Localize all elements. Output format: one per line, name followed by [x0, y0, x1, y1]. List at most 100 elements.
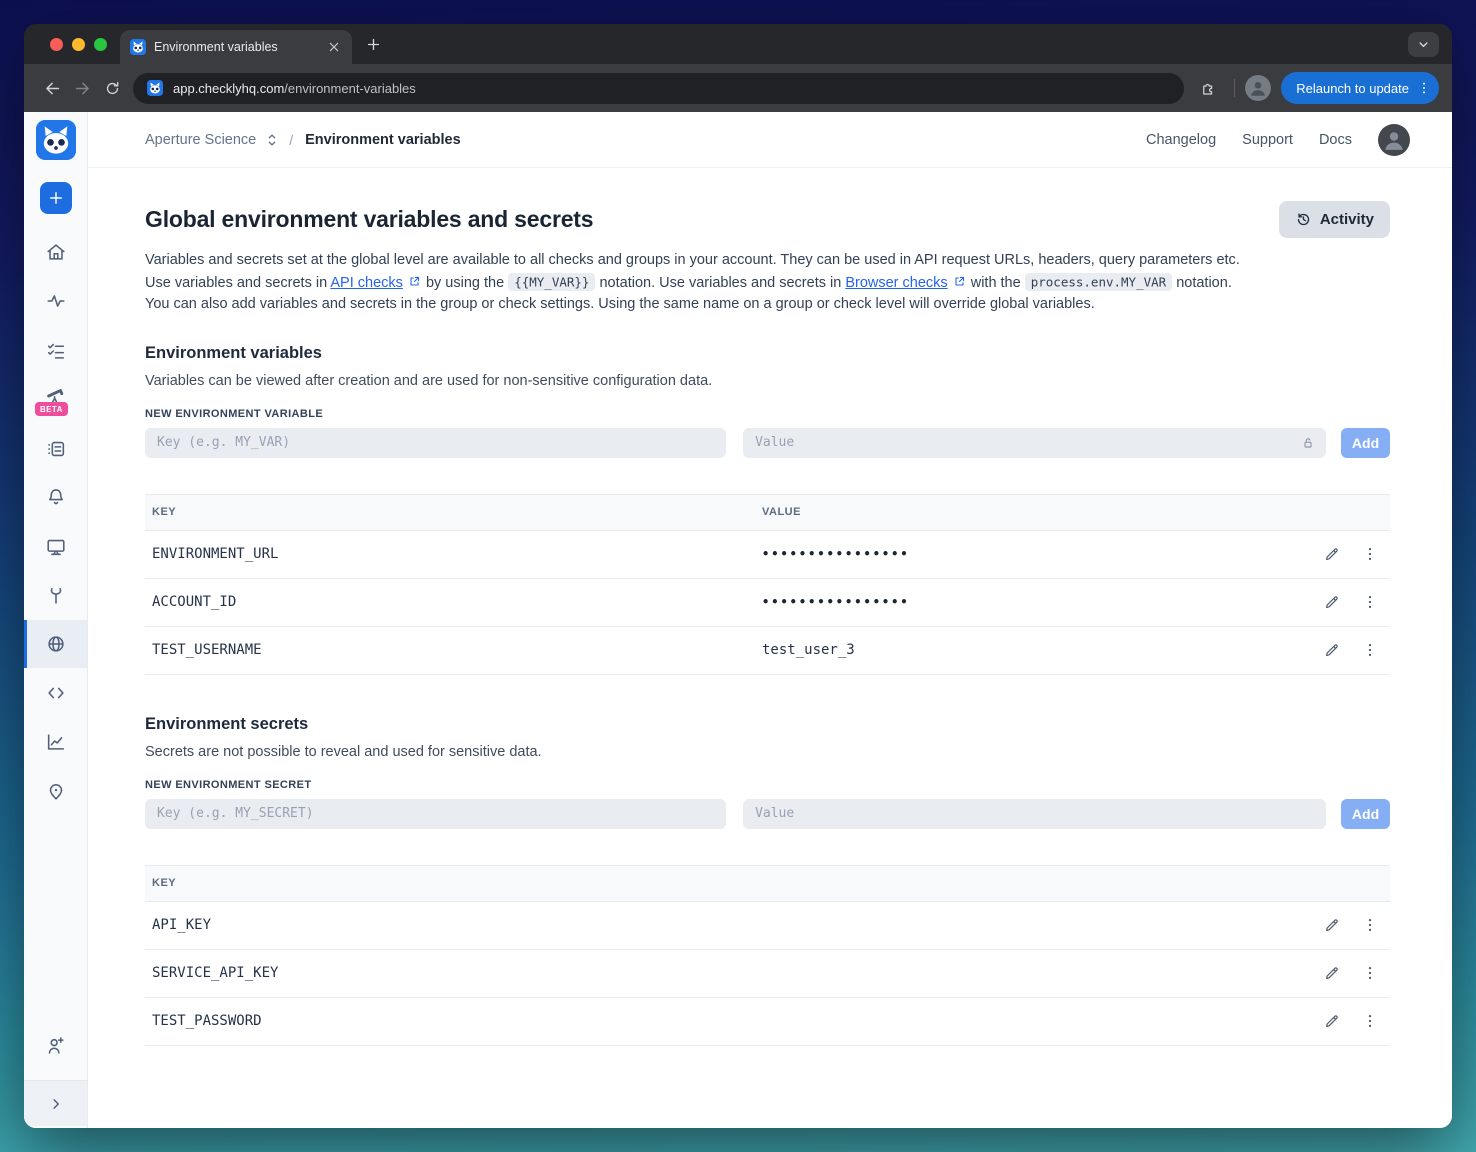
- secret-value-input[interactable]: [743, 798, 1327, 829]
- minimize-window-button[interactable]: [72, 38, 85, 51]
- checkly-logo[interactable]: [36, 120, 76, 160]
- reload-button[interactable]: [97, 73, 127, 103]
- kebab-menu-icon[interactable]: [1416, 80, 1432, 96]
- sidebar-item-private-locations[interactable]: [24, 767, 87, 815]
- secrets-section-description: Secrets are not possible to reveal and u…: [145, 743, 542, 760]
- location-pin-icon: [45, 780, 67, 802]
- header-links: Changelog Support Docs: [1146, 123, 1410, 156]
- sidebar-item-invite-user[interactable]: [24, 1022, 87, 1070]
- docs-link[interactable]: Docs: [1319, 132, 1352, 148]
- user-avatar[interactable]: [1378, 123, 1410, 156]
- edit-variable-button[interactable]: [1322, 640, 1342, 660]
- edit-variable-button[interactable]: [1322, 592, 1342, 612]
- code-icon: [45, 682, 67, 704]
- user-plus-icon: [45, 1035, 67, 1057]
- window-controls: [50, 38, 107, 51]
- activity-button[interactable]: Activity: [1278, 201, 1390, 238]
- row-menu-button[interactable]: [1360, 915, 1380, 935]
- relaunch-to-update-button[interactable]: Relaunch to update: [1281, 72, 1439, 104]
- account-switcher-updown-icon[interactable]: [263, 131, 281, 149]
- browser-checks-link[interactable]: Browser checks: [845, 275, 947, 291]
- kebab-menu-icon: [1361, 641, 1379, 659]
- variable-value-wrap: [743, 427, 1327, 458]
- sidebar-item-analytics[interactable]: [24, 718, 87, 766]
- zoom-window-button[interactable]: [94, 38, 107, 51]
- browser-tab[interactable]: Environment variables: [120, 30, 352, 64]
- person-icon: [1380, 126, 1408, 154]
- sidebar-item-runtimes[interactable]: [24, 425, 87, 473]
- forward-button[interactable]: [67, 73, 97, 103]
- sidebar-item-dashboards[interactable]: [24, 523, 87, 571]
- tab-title: Environment variables: [154, 40, 278, 54]
- secrets-table-header: KEY: [145, 865, 1390, 901]
- beta-badge: BETA: [35, 402, 68, 416]
- variable-value-input[interactable]: [743, 427, 1327, 458]
- url-text: app.checklyhq.com/environment-variables: [173, 81, 416, 96]
- activity-pulse-icon: [45, 290, 67, 312]
- secret-value-wrap: [743, 798, 1327, 829]
- row-menu-button[interactable]: [1360, 1011, 1380, 1031]
- extensions-button[interactable]: [1194, 73, 1224, 103]
- account-switcher[interactable]: Aperture Science: [145, 132, 256, 148]
- changelog-link[interactable]: Changelog: [1146, 132, 1216, 148]
- list-details-icon: [45, 438, 67, 460]
- row-menu-button[interactable]: [1360, 592, 1380, 612]
- bell-icon: [45, 486, 67, 508]
- url-domain: app.checklyhq.com: [173, 80, 285, 96]
- pencil-icon: [1323, 916, 1341, 934]
- address-bar[interactable]: app.checklyhq.com/environment-variables: [133, 72, 1185, 104]
- add-secret-button[interactable]: Add: [1341, 798, 1390, 829]
- secret-key-input[interactable]: [145, 798, 727, 829]
- intro-text: notation. Use variables and secrets in: [595, 274, 846, 291]
- row-menu-button[interactable]: [1360, 640, 1380, 660]
- monitor-icon: [45, 536, 67, 558]
- kebab-menu-icon: [1361, 964, 1379, 982]
- edit-secret-button[interactable]: [1322, 915, 1342, 935]
- home-icon: [45, 241, 67, 263]
- browser-profile-avatar[interactable]: [1245, 75, 1272, 101]
- forward-arrow-icon: [73, 79, 92, 98]
- tools-icon: [45, 585, 67, 607]
- intro-paragraph: Variables and secrets set at the global …: [145, 250, 1245, 316]
- browser-window: Environment variables app.checklyhq.com/…: [24, 24, 1452, 1128]
- sidebar-item-alerts[interactable]: [24, 473, 87, 521]
- chart-icon: [45, 731, 67, 753]
- lock-open-icon[interactable]: [1300, 435, 1316, 451]
- sidebar-expand-button[interactable]: [24, 1080, 87, 1126]
- key-column-header: KEY: [152, 877, 177, 889]
- variable-value: test_user_3: [762, 642, 855, 658]
- page-title: Global environment variables and secrets: [145, 206, 594, 232]
- edit-secret-button[interactable]: [1322, 963, 1342, 983]
- close-tab-icon[interactable]: [326, 39, 342, 55]
- variable-key-input[interactable]: [145, 427, 727, 458]
- sidebar-item-monitoring[interactable]: [24, 277, 87, 325]
- support-link[interactable]: Support: [1242, 132, 1293, 148]
- table-row: ACCOUNT_ID ••••••••••••••••: [145, 578, 1390, 627]
- new-tab-button[interactable]: [365, 36, 382, 53]
- close-window-button[interactable]: [50, 38, 63, 51]
- edit-secret-button[interactable]: [1322, 1011, 1342, 1031]
- code-chip-my-var: {{MY_VAR}}: [508, 273, 596, 291]
- sidebar-item-home[interactable]: [24, 228, 87, 276]
- row-menu-button[interactable]: [1360, 544, 1380, 564]
- variable-key: ACCOUNT_ID: [152, 594, 237, 610]
- toolbar-right: Relaunch to update: [1194, 72, 1439, 104]
- tab-search-button[interactable]: [1408, 32, 1439, 57]
- content-area: Aperture Science / Environment variables…: [88, 112, 1452, 1128]
- sidebar-item-maintenance[interactable]: [24, 572, 87, 620]
- api-checks-link[interactable]: API checks: [330, 275, 403, 291]
- clock-history-icon: [1295, 211, 1312, 228]
- main-panel: Global environment variables and secrets…: [88, 168, 1452, 1128]
- secrets-section-heading: Environment secrets: [145, 714, 309, 733]
- table-row: TEST_PASSWORD: [145, 997, 1390, 1046]
- back-button[interactable]: [37, 73, 67, 103]
- sidebar-item-environment-variables[interactable]: [24, 620, 87, 668]
- add-variable-button[interactable]: Add: [1341, 427, 1390, 458]
- sidebar-item-checks[interactable]: [24, 327, 87, 375]
- edit-variable-button[interactable]: [1322, 544, 1342, 564]
- create-new-button[interactable]: [40, 182, 72, 214]
- app-root: BETA Aperture Science / Environment vari…: [24, 112, 1452, 1128]
- sidebar-item-snippets[interactable]: [24, 669, 87, 717]
- row-menu-button[interactable]: [1360, 963, 1380, 983]
- pencil-icon: [1323, 593, 1341, 611]
